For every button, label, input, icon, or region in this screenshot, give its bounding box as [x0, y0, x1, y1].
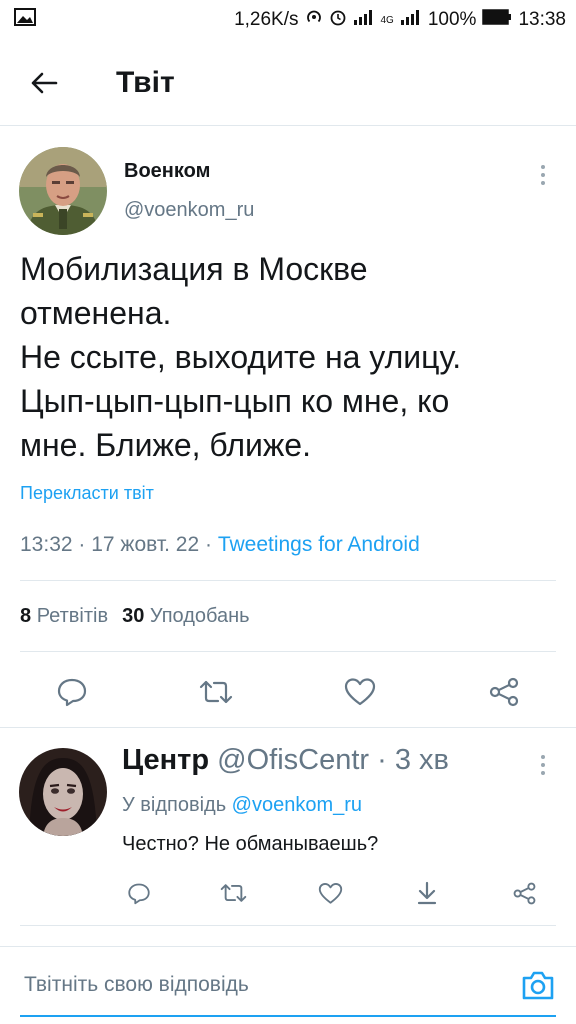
reply-to-prefix: У відповідь [122, 794, 232, 816]
app-bar: Твіт [0, 40, 576, 126]
likes-stat[interactable]: 30 Уподобань [122, 605, 250, 627]
reply-composer: Твітніть свою відповідь [0, 946, 576, 1024]
image-icon [14, 8, 36, 32]
input-underline [20, 1015, 556, 1017]
like-button[interactable] [340, 672, 380, 712]
likes-count: 30 [122, 605, 145, 627]
tweet-meta: 13:32 · 17 жовт. 22 · Tweetings for Andr… [20, 533, 420, 557]
retweets-stat[interactable]: 8 Ретвітів [20, 605, 108, 627]
clock: 13:38 [518, 9, 566, 30]
back-button[interactable] [14, 53, 74, 113]
author-name[interactable]: Военком [124, 160, 210, 183]
reply-time: 3 хв [394, 744, 449, 776]
divider [20, 651, 556, 652]
retweet-button[interactable] [196, 672, 236, 712]
like-icon [318, 882, 342, 904]
author-handle[interactable]: @voenkom_ru [124, 199, 254, 222]
reply-icon [57, 678, 87, 707]
translate-tweet-link[interactable]: Перекласти твіт [20, 483, 154, 504]
reply-button[interactable] [52, 672, 92, 712]
signal-icon-2 [400, 9, 422, 31]
share-button[interactable] [484, 672, 524, 712]
network-speed: 1,26K/s [234, 9, 299, 30]
network-type: 4G [380, 14, 394, 26]
reply-reply-button[interactable] [124, 878, 154, 908]
status-bar: 1,26K/s 4G 100% 13:38 [0, 0, 576, 40]
download-icon [417, 881, 437, 905]
tweet-text-line: Мобилизация в Москве [20, 251, 368, 287]
reply-more-options-button[interactable] [531, 750, 555, 780]
divider [20, 925, 556, 926]
dot [541, 763, 545, 767]
reply-author-line: Центр @OfisCentr · 3 хв [122, 744, 449, 777]
dot [541, 181, 545, 185]
reply-text: Честно? Не обманываешь? [122, 833, 379, 855]
reply-like-button[interactable] [315, 878, 345, 908]
divider [20, 580, 556, 581]
tweet-text-line: отменена. [20, 295, 172, 331]
dot [541, 173, 545, 177]
reply-author-handle[interactable]: @OfisCentr [217, 744, 369, 776]
share-icon [513, 882, 535, 904]
camera-button[interactable] [521, 969, 555, 1001]
camera-icon [522, 971, 554, 1000]
tweet-client-link[interactable]: Tweetings for Android [218, 533, 420, 556]
likes-label: Уподобань [149, 605, 250, 627]
dot [541, 771, 545, 775]
alarm-icon [329, 8, 347, 32]
arrow-left-icon [31, 72, 58, 93]
page-title: Твіт [116, 65, 175, 99]
like-icon [344, 678, 376, 706]
reply-download-button[interactable] [412, 878, 442, 908]
retweets-count: 8 [20, 605, 32, 627]
battery-percent: 100% [427, 9, 477, 30]
battery-icon [482, 9, 512, 31]
avatar[interactable] [19, 147, 107, 235]
avatar[interactable] [19, 748, 107, 836]
separator: · [369, 744, 395, 776]
dot [541, 165, 545, 169]
more-options-button[interactable] [531, 160, 555, 190]
retweet-icon [199, 680, 233, 704]
tweet-text-line: Цып-цып-цып-цып ко мне, ко [20, 383, 450, 419]
tweet-stats: 8 Ретвітів 30 Уподобань [20, 605, 250, 628]
tweet-text-line: мне. Ближе, ближе. [20, 427, 311, 463]
tweet-text-line: Не ссыте, выходите на улицу. [20, 339, 462, 375]
reply-tweet[interactable]: Центр @OfisCentr · 3 хв У відповідь @voe… [0, 728, 576, 928]
dot [541, 755, 545, 759]
reply-icon [128, 883, 150, 904]
hotspot-icon [305, 8, 323, 32]
signal-icon [353, 9, 375, 31]
retweet-icon [220, 884, 246, 902]
reply-input[interactable]: Твітніть свою відповідь [24, 973, 249, 997]
tweet-timestamp: 13:32 · 17 жовт. 22 · [20, 533, 218, 556]
reply-retweet-button[interactable] [218, 878, 248, 908]
share-icon [489, 677, 519, 707]
reply-share-button[interactable] [509, 878, 539, 908]
retweets-label: Ретвітів [36, 605, 109, 627]
reply-to-handle[interactable]: @voenkom_ru [232, 794, 362, 816]
tweet-text: Мобилизация в Москве отменена. Не ссыте,… [20, 247, 560, 467]
reply-author-name[interactable]: Центр [122, 744, 209, 776]
reply-to-line: У відповідь @voenkom_ru [122, 794, 362, 817]
